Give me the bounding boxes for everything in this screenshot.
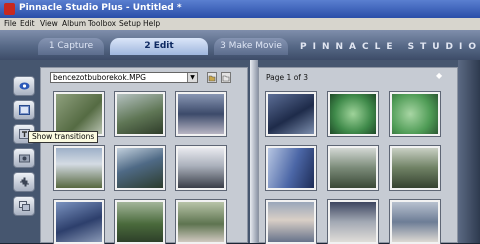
scene-thumbnail[interactable] bbox=[266, 92, 316, 136]
scene-thumbnail[interactable] bbox=[266, 146, 316, 190]
audio-tool-button[interactable] bbox=[13, 172, 35, 192]
scene-thumbnail[interactable] bbox=[390, 146, 440, 190]
mode-tab-strip: 1 Capture 2 Edit 3 Make Movie PINNACLE S… bbox=[0, 30, 480, 60]
scene-thumbnail[interactable] bbox=[115, 146, 165, 190]
video-icon bbox=[19, 82, 30, 90]
menu-toolbox[interactable]: Toolbox bbox=[88, 19, 116, 28]
chevron-down-icon[interactable]: ▼ bbox=[187, 73, 197, 82]
page-menu-icon[interactable]: ◆ bbox=[436, 71, 442, 80]
window-title: Pinnacle Studio Plus - Untitled * bbox=[19, 3, 182, 13]
brand-label: PINNACLE STUDIO bbox=[300, 42, 480, 52]
scene-thumbnail[interactable] bbox=[54, 200, 104, 244]
tab-edit[interactable]: 2 Edit bbox=[110, 38, 208, 55]
menu-help[interactable]: Help bbox=[143, 19, 160, 28]
video-tool-button[interactable] bbox=[13, 76, 35, 96]
scene-thumbnail[interactable] bbox=[115, 92, 165, 136]
transitions-icon bbox=[19, 105, 30, 115]
scene-thumbnail[interactable] bbox=[54, 146, 104, 190]
folder-browse-button[interactable] bbox=[207, 72, 217, 83]
scene-thumbnail[interactable] bbox=[54, 92, 104, 136]
video-file-name: bencezotbuborekok.MPG bbox=[53, 73, 146, 82]
folder-open-button[interactable] bbox=[221, 72, 231, 83]
menus-icon bbox=[19, 201, 30, 211]
scene-thumbnail[interactable] bbox=[266, 200, 316, 244]
transitions-tool-button[interactable] bbox=[13, 100, 35, 120]
menu-bar: File Edit View Album Toolbox Setup Help bbox=[0, 18, 480, 30]
album-spine bbox=[250, 60, 258, 243]
scene-thumbnail[interactable] bbox=[390, 92, 440, 136]
scene-thumbnail[interactable] bbox=[328, 146, 378, 190]
scene-thumbnail[interactable] bbox=[328, 92, 378, 136]
menu-album[interactable]: Album bbox=[62, 19, 86, 28]
menu-edit[interactable]: Edit bbox=[20, 19, 35, 28]
app-logo-icon bbox=[4, 3, 15, 15]
menu-view[interactable]: View bbox=[40, 19, 58, 28]
scene-thumbnail[interactable] bbox=[176, 92, 226, 136]
scene-thumbnail[interactable] bbox=[115, 200, 165, 244]
folder-open-icon bbox=[222, 75, 230, 82]
scene-thumbnail[interactable] bbox=[390, 200, 440, 244]
title-bar: Pinnacle Studio Plus - Untitled * bbox=[0, 0, 480, 18]
menu-setup[interactable]: Setup bbox=[119, 19, 141, 28]
scene-thumbnail[interactable] bbox=[176, 200, 226, 244]
tab-capture[interactable]: 1 Capture bbox=[38, 38, 104, 55]
photos-tool-button[interactable] bbox=[13, 148, 35, 168]
photos-icon bbox=[19, 154, 30, 163]
folder-icon bbox=[208, 75, 216, 82]
audio-icon bbox=[20, 177, 29, 187]
tab-make-movie[interactable]: 3 Make Movie bbox=[214, 38, 288, 55]
album-scrollbar[interactable] bbox=[458, 60, 480, 243]
scene-thumbnail[interactable] bbox=[176, 146, 226, 190]
video-file-select[interactable]: bencezotbuborekok.MPG ▼ bbox=[50, 72, 198, 83]
menus-tool-button[interactable] bbox=[13, 196, 35, 216]
scene-thumbnail[interactable] bbox=[328, 200, 378, 244]
menu-file[interactable]: File bbox=[4, 19, 17, 28]
tooltip: Show transitions bbox=[28, 131, 99, 143]
page-indicator: Page 1 of 3 bbox=[266, 73, 309, 82]
